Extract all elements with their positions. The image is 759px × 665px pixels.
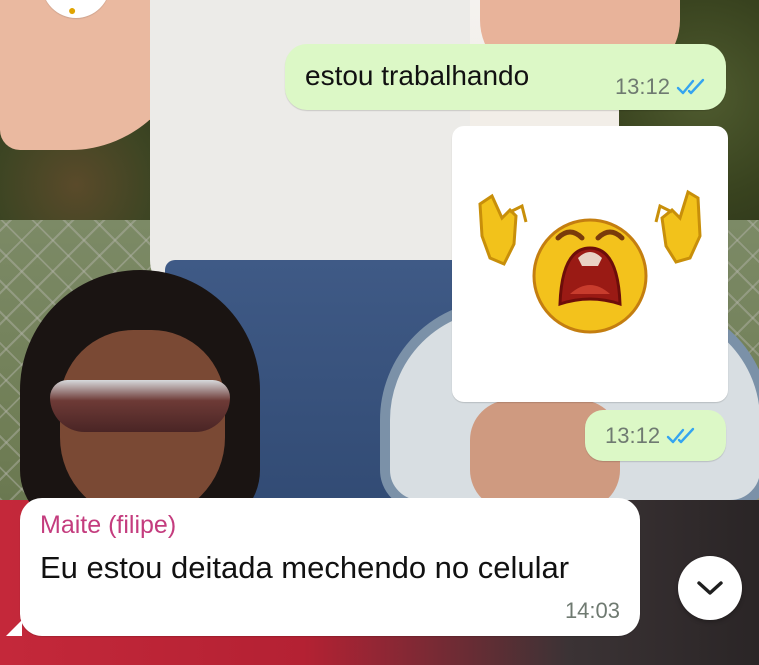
crying-face-icon — [532, 218, 648, 334]
message-meta: 13:12 — [605, 423, 698, 449]
message-text: Eu estou deitada mechendo no celular — [40, 550, 570, 585]
wallpaper-sunglasses — [50, 380, 230, 432]
raised-hand-left-icon — [478, 193, 528, 266]
scroll-to-bottom-button[interactable] — [678, 556, 742, 620]
sender-name[interactable]: Maite (filipe) — [40, 511, 176, 540]
bubble-tail — [6, 620, 22, 636]
sticker-message[interactable] — [452, 126, 728, 402]
crying-emoji-sticker — [478, 189, 702, 334]
raised-hand-right-icon — [654, 189, 702, 264]
outgoing-message[interactable]: estou trabalhando 13:12 — [285, 44, 726, 110]
emoji-icon: ● — [68, 2, 77, 18]
incoming-message[interactable]: Maite (filipe) Eu estou deitada mechendo… — [6, 498, 640, 636]
message-meta: 14:03 — [565, 598, 620, 624]
message-text: estou trabalhando — [305, 60, 530, 91]
double-check-icon — [666, 427, 695, 444]
message-time: 13:12 — [605, 423, 661, 448]
message-time: 13:12 — [614, 74, 670, 99]
message-time: 14:03 — [564, 598, 620, 623]
double-check-icon — [676, 78, 705, 95]
message-meta: 13:12 — [615, 74, 708, 100]
chevron-down-icon — [697, 581, 723, 595]
sticker-meta-bubble: 13:12 — [585, 410, 726, 461]
